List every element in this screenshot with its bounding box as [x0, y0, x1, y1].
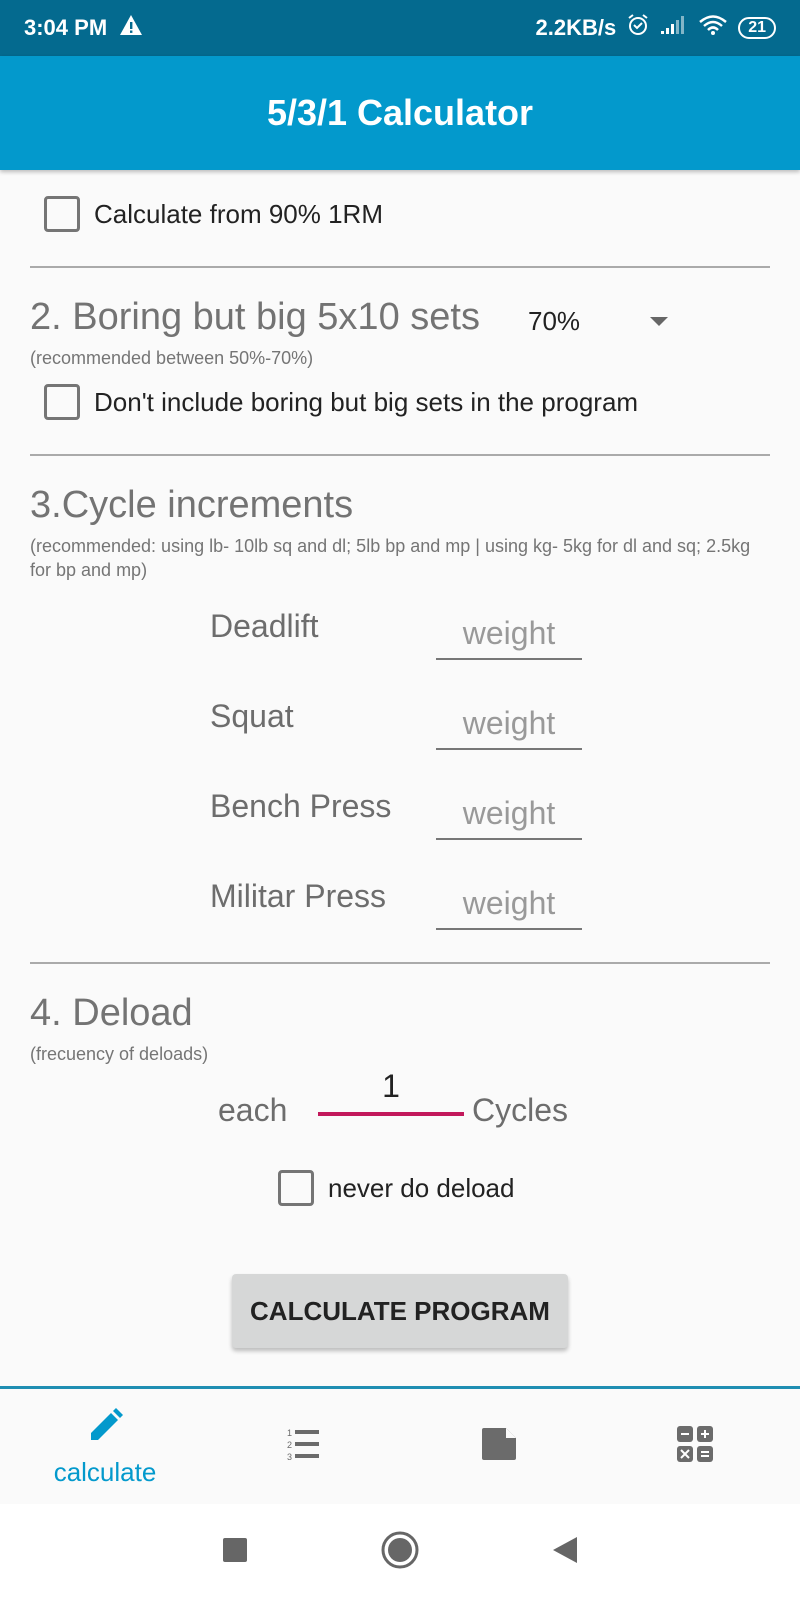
never-deload-label: never do deload — [328, 1172, 515, 1203]
warning-icon — [119, 14, 143, 42]
calculate-90-1rm-checkbox[interactable] — [44, 196, 80, 232]
bbb-percent-value: 70% — [528, 306, 581, 336]
nav-item-calculator[interactable] — [595, 1389, 795, 1504]
deadlift-weight-input[interactable] — [436, 608, 582, 660]
svg-text:2: 2 — [287, 1440, 292, 1450]
squat-label: Squat — [210, 698, 294, 734]
divider — [30, 266, 770, 268]
bench-press-weight-input[interactable] — [436, 788, 582, 840]
nav-item-program-list[interactable]: 1 2 3 — [205, 1389, 405, 1504]
back-button[interactable] — [525, 1504, 605, 1600]
recents-button[interactable] — [195, 1504, 275, 1600]
never-deload-checkbox[interactable] — [278, 1170, 314, 1206]
squat-weight-input[interactable] — [436, 698, 582, 750]
document-icon — [478, 1424, 518, 1469]
app-title: 5/3/1 Calculator — [266, 92, 534, 133]
exclude-bbb-option[interactable]: Don't include boring but big sets in the… — [44, 384, 638, 420]
home-button[interactable] — [360, 1504, 440, 1600]
squat-row: Squat — [210, 698, 610, 758]
status-bar: 3:04 PM 2.2KB/s 21 — [0, 0, 800, 56]
calculate-90-1rm-label: Calculate from 90% 1RM — [94, 198, 383, 229]
numbered-list-icon: 1 2 3 — [285, 1424, 325, 1469]
bench-press-label: Bench Press — [210, 788, 392, 824]
cycle-increments-subtitle: (recommended: using lb- 10lb sq and dl; … — [30, 536, 751, 580]
nav-item-notes[interactable] — [398, 1389, 598, 1504]
deadlift-row: Deadlift — [210, 608, 610, 668]
bbb-section-subtitle: (recommended between 50%-70%) — [30, 348, 314, 368]
deload-cycles-label: Cycles — [472, 1092, 569, 1128]
nav-label-calculate: calculate — [53, 1456, 157, 1487]
never-deload-option[interactable]: never do deload — [278, 1170, 514, 1206]
svg-text:1: 1 — [287, 1428, 292, 1438]
divider — [30, 962, 770, 964]
bottom-navigation: calculate 1 2 3 — [0, 1386, 800, 1504]
status-time: 3:04 PM — [24, 15, 108, 40]
bench-press-row: Bench Press — [210, 788, 610, 848]
calculate-90-1rm-option[interactable]: Calculate from 90% 1RM — [44, 196, 383, 232]
app-bar: 5/3/1 Calculator — [0, 56, 800, 170]
signal-icon — [660, 15, 688, 41]
deadlift-label: Deadlift — [210, 608, 319, 644]
net-speed: 2.2KB/s — [535, 15, 617, 40]
deload-title: 4. Deload — [30, 992, 193, 1034]
exclude-bbb-checkbox[interactable] — [44, 384, 80, 420]
pencil-icon — [85, 1406, 125, 1451]
wifi-icon — [698, 14, 728, 42]
deload-each-label: each — [218, 1092, 288, 1128]
square-icon — [222, 1537, 248, 1568]
bbb-percent-dropdown[interactable]: 70% — [528, 306, 668, 337]
battery-indicator: 21 — [738, 17, 776, 39]
bbb-section-title: 2. Boring but big 5x10 sets — [30, 296, 480, 338]
military-press-label: Militar Press — [210, 878, 387, 914]
system-navigation-bar — [0, 1504, 800, 1600]
cycle-increments-title: 3.Cycle increments — [30, 484, 354, 526]
nav-item-calculate[interactable]: calculate — [5, 1389, 205, 1504]
military-press-row: Militar Press — [210, 878, 610, 938]
calculate-program-button[interactable]: CALCULATE PROGRAM — [232, 1274, 568, 1348]
calculator-icon — [675, 1424, 715, 1469]
svg-text:3: 3 — [287, 1452, 292, 1462]
deload-subtitle: (frecuency of deloads) — [30, 1044, 209, 1064]
alarm-icon — [626, 13, 650, 43]
divider — [30, 454, 770, 456]
deload-cycles-input[interactable] — [318, 1060, 464, 1116]
back-triangle-icon — [551, 1535, 579, 1570]
home-circle-icon — [380, 1530, 420, 1575]
military-press-weight-input[interactable] — [436, 878, 582, 930]
dropdown-arrow-icon — [650, 317, 668, 326]
exclude-bbb-label: Don't include boring but big sets in the… — [94, 386, 639, 417]
